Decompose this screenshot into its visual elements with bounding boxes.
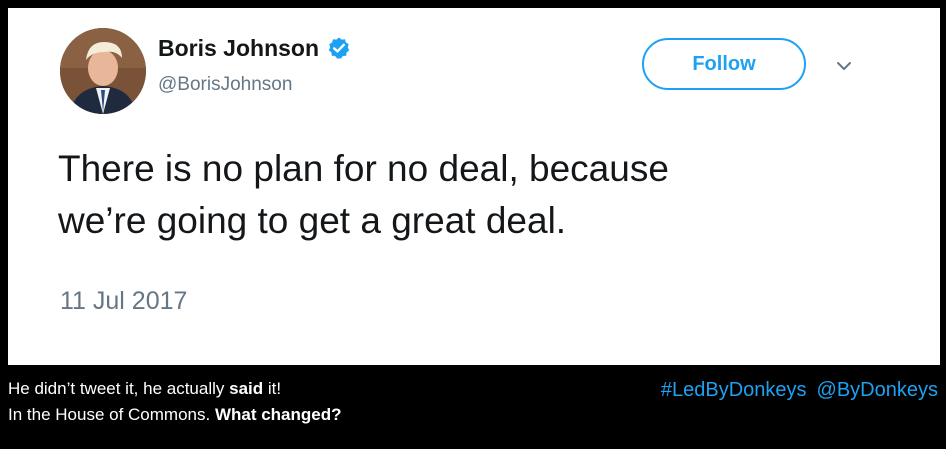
tweet-text-line1: There is no plan for no deal, because	[58, 148, 669, 189]
tweet-card: Boris Johnson @BorisJohnson Follow There…	[8, 8, 940, 365]
author-avatar[interactable]	[60, 28, 146, 114]
chevron-down-icon[interactable]	[834, 56, 854, 76]
follow-button[interactable]: Follow	[642, 38, 806, 90]
caption-line2: In the House of Commons. What changed?	[8, 402, 342, 428]
author-name-row: Boris Johnson	[158, 36, 351, 60]
tweet-text: There is no plan for no deal, because we…	[58, 143, 878, 247]
caption-line1-bold: said	[229, 379, 264, 398]
caption-line1-prefix: He didn’t tweet it, he actually	[8, 379, 230, 398]
author-handle[interactable]: @BorisJohnson	[158, 75, 292, 94]
author-name[interactable]: Boris Johnson	[158, 36, 319, 60]
screenshot-frame: Boris Johnson @BorisJohnson Follow There…	[0, 0, 946, 449]
tweet-timestamp[interactable]: 11 Jul 2017	[60, 289, 187, 314]
caption-line2-prefix: In the House of Commons.	[8, 405, 215, 424]
caption-text: He didn’t tweet it, he actually said it!…	[8, 376, 342, 428]
hashtag-link[interactable]: #LedByDonkeys	[661, 379, 807, 401]
caption-tags: #LedByDonkeys @ByDonkeys	[661, 377, 938, 403]
profile-photo	[60, 28, 146, 114]
caption-line1: He didn’t tweet it, he actually said it!	[8, 376, 342, 402]
caption-line1-suffix: it!	[263, 379, 282, 398]
caption-line2-bold: What changed?	[214, 405, 342, 424]
mention-link[interactable]: @ByDonkeys	[817, 379, 938, 401]
tweet-text-line2: we’re going to get a great deal.	[58, 200, 567, 241]
verified-badge-icon	[327, 36, 351, 60]
